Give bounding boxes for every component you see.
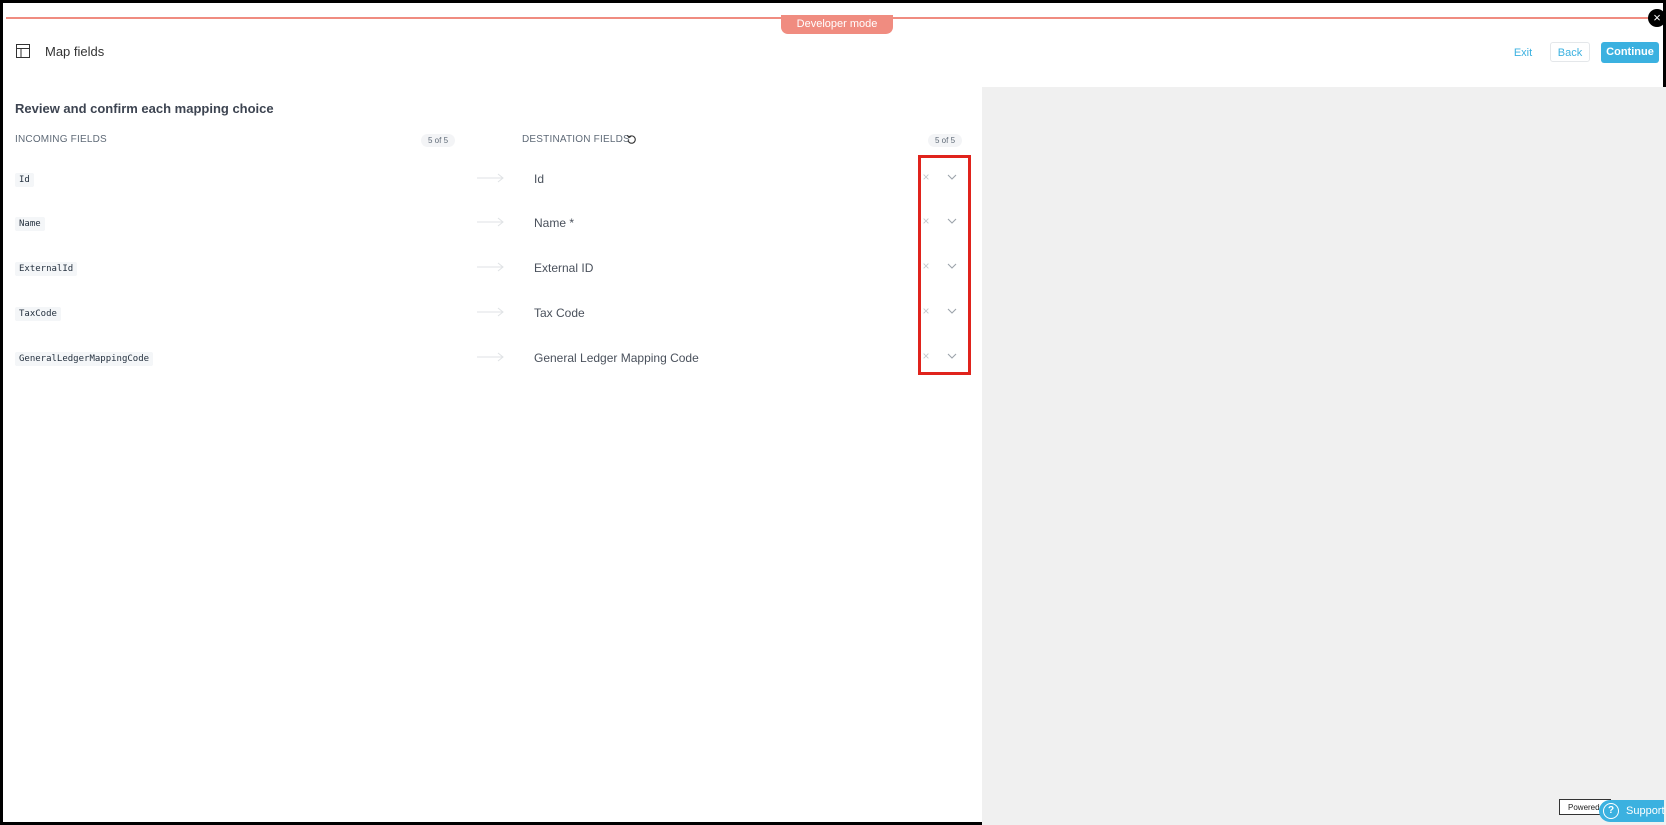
continue-button[interactable]: Continue — [1601, 42, 1659, 63]
reset-icon[interactable] — [626, 134, 637, 145]
arrow-right-icon — [477, 217, 504, 227]
mapping-row: TaxCode Tax Code × — [15, 297, 970, 341]
destination-field[interactable]: Id — [534, 172, 544, 186]
support-label: Support — [1626, 805, 1665, 817]
destination-field[interactable]: Name * — [534, 216, 574, 230]
help-icon: ? — [1603, 803, 1619, 819]
incoming-field: Name — [15, 217, 45, 231]
arrow-right-icon — [477, 307, 504, 317]
destination-count-badge: 5 of 5 — [928, 134, 963, 147]
developer-mode-badge: Developer mode — [781, 15, 893, 34]
incoming-field: TaxCode — [15, 307, 61, 321]
destination-field[interactable]: External ID — [534, 261, 593, 275]
mapping-row: Id Id × — [15, 163, 970, 207]
mapping-row: ExternalId External ID × — [15, 252, 970, 296]
incoming-field: GeneralLedgerMappingCode — [15, 352, 154, 366]
incoming-field: Id — [15, 173, 34, 187]
incoming-field: ExternalId — [15, 262, 78, 276]
page-title: Map fields — [45, 44, 105, 59]
arrow-right-icon — [477, 173, 504, 183]
arrow-right-icon — [477, 262, 504, 272]
back-button[interactable]: Back — [1550, 42, 1590, 62]
incoming-count-badge: 5 of 5 — [421, 134, 456, 147]
destination-field[interactable]: General Ledger Mapping Code — [534, 351, 699, 365]
mapping-row: Name Name * × — [15, 207, 970, 251]
close-icon[interactable]: × — [1648, 9, 1666, 27]
destination-fields-header: DESTINATION FIELDS — [522, 134, 630, 145]
preview-panel — [982, 87, 1666, 825]
exit-button[interactable]: Exit — [1503, 43, 1543, 63]
table-icon — [16, 44, 30, 58]
incoming-fields-header: INCOMING FIELDS — [15, 134, 107, 145]
support-button[interactable]: ? Support — [1599, 800, 1665, 822]
highlight-box — [918, 155, 971, 375]
destination-field[interactable]: Tax Code — [534, 306, 585, 320]
section-title: Review and confirm each mapping choice — [15, 101, 274, 116]
mapping-row: GeneralLedgerMappingCode General Ledger … — [15, 342, 970, 386]
app-frame: Developer mode × Map fields Exit Back Co… — [0, 0, 1666, 825]
arrow-right-icon — [477, 352, 504, 362]
